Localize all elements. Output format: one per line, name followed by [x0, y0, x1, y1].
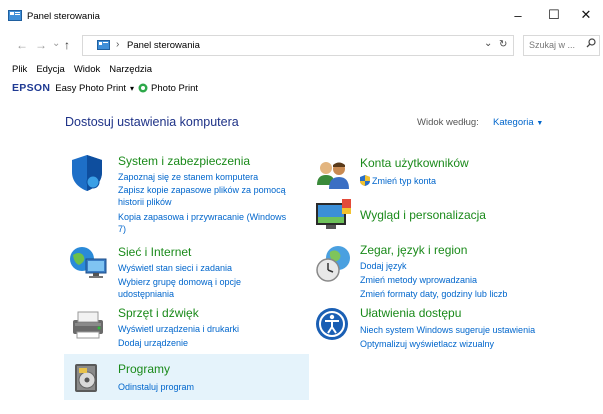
forward-arrow-icon[interactable]: → — [35, 38, 47, 52]
category-title-network[interactable]: Sieć i Internet — [118, 245, 191, 259]
photo-print-icon — [138, 83, 148, 93]
link-add-device[interactable]: Dodaj urządzenie — [118, 337, 188, 349]
link-network-status[interactable]: Wyświetl stan sieci i zadania — [118, 262, 232, 274]
category-title-appearance[interactable]: Wygląd i personalizacja — [360, 208, 486, 222]
category-title-system-security[interactable]: System i zabezpieczenia — [118, 154, 250, 168]
link-change-account-type[interactable]: Zmień typ konta — [372, 175, 436, 187]
search-placeholder: Szukaj w ... — [529, 40, 576, 50]
control-panel-small-icon — [97, 40, 110, 52]
link-optimize-display[interactable]: Optymalizuj wyświetlacz wizualny — [360, 338, 494, 350]
view-by-label: Widok według: — [417, 117, 479, 128]
users-icon[interactable] — [314, 157, 350, 193]
link-add-language[interactable]: Dodaj język — [360, 260, 407, 272]
breadcrumb-location[interactable]: Panel sterowania — [127, 40, 200, 51]
menu-bar: Plik Edycja Widok Narzędzia — [12, 64, 161, 78]
photo-print-button[interactable]: Photo Print — [151, 83, 198, 94]
recent-locations-icon[interactable]: ⌄ — [52, 38, 60, 49]
printer-icon[interactable] — [69, 306, 105, 342]
uac-shield-icon — [360, 175, 370, 188]
epson-toolbar: EPSON Easy Photo Print ▾ Photo Print — [12, 81, 198, 95]
minimize-button[interactable]: – — [500, 5, 536, 25]
window-title: Panel sterowania — [27, 11, 100, 22]
close-button[interactable]: ✕ — [568, 5, 603, 25]
link-backup-restore[interactable]: Kopia zapasowa i przywracanie (Windows — [118, 211, 286, 223]
up-arrow-icon[interactable]: ↑ — [64, 38, 70, 52]
link-file-history-cont[interactable]: historii plików — [118, 196, 172, 208]
appearance-monitor-icon[interactable] — [314, 197, 351, 233]
menu-plik[interactable]: Plik — [12, 64, 27, 78]
search-icon[interactable] — [586, 38, 596, 50]
menu-narzedzia[interactable]: Narzędzia — [109, 64, 152, 78]
category-title-clock-region[interactable]: Zegar, język i region — [360, 243, 467, 257]
view-by-value: Kategoria — [493, 117, 534, 128]
easy-photo-print-dropdown-icon[interactable]: ▾ — [130, 84, 134, 93]
page-title: Dostosuj ustawienia komputera — [65, 115, 239, 129]
link-file-history[interactable]: Zapisz kopie zapasowe plików za pomocą — [118, 184, 286, 196]
refresh-icon[interactable]: ↻ — [499, 39, 507, 50]
category-title-accessibility[interactable]: Ułatwienia dostępu — [360, 306, 461, 320]
programs-icon[interactable] — [69, 360, 105, 396]
view-by-dropdown[interactable]: Kategoria ▼ — [493, 117, 543, 128]
epson-logo: EPSON — [12, 82, 51, 94]
breadcrumb-separator: › — [116, 39, 120, 50]
link-input-methods[interactable]: Zmień metody wprowadzania — [360, 274, 477, 286]
view-by-arrow-icon: ▼ — [536, 120, 544, 127]
shield-icon[interactable] — [69, 154, 105, 191]
address-dropdown-icon[interactable]: ⌄ — [484, 38, 492, 49]
maximize-button[interactable]: ☐ — [536, 5, 572, 25]
link-devices-printers[interactable]: Wyświetl urządzenia i drukarki — [118, 323, 239, 335]
link-backup-restore-cont[interactable]: 7) — [118, 223, 126, 235]
back-arrow-icon[interactable]: ← — [16, 38, 28, 52]
category-title-hardware-sound[interactable]: Sprzęt i dźwięk — [118, 306, 199, 320]
link-suggest-settings[interactable]: Niech system Windows sugeruje ustawienia — [360, 324, 535, 336]
category-title-programs[interactable]: Programy — [118, 362, 170, 376]
link-uninstall-program[interactable]: Odinstaluj program — [118, 381, 194, 393]
link-date-formats[interactable]: Zmień formaty daty, godziny lub liczb — [360, 288, 507, 300]
network-globe-icon[interactable] — [69, 245, 107, 281]
clock-globe-icon[interactable] — [314, 244, 350, 282]
link-homegroup-cont[interactable]: udostępniania — [118, 288, 174, 300]
easy-photo-print-button[interactable]: Easy Photo Print — [55, 83, 126, 94]
link-homegroup[interactable]: Wybierz grupę domową i opcje — [118, 276, 241, 288]
link-check-status[interactable]: Zapoznaj się ze stanem komputera — [118, 171, 258, 183]
menu-edycja[interactable]: Edycja — [36, 64, 65, 78]
category-title-user-accounts[interactable]: Konta użytkowników — [360, 156, 469, 170]
control-panel-icon — [8, 10, 22, 21]
accessibility-icon[interactable] — [314, 306, 350, 342]
menu-widok[interactable]: Widok — [74, 64, 100, 78]
